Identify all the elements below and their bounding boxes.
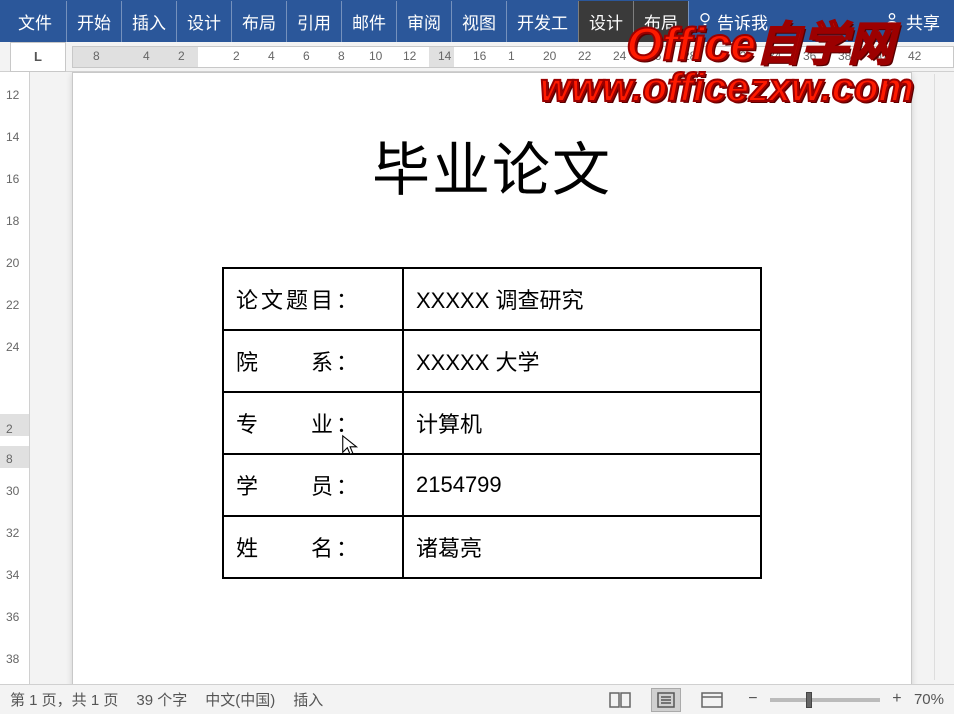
ruler-tick: 34 (6, 568, 19, 582)
table-row[interactable]: 专 业： 计算机 (223, 392, 761, 454)
table-cell-value[interactable]: 诸葛亮 (403, 516, 761, 578)
info-table[interactable]: 论文题目： XXXXX 调查研究 院 系： XXXXX 大学 专 业： 计算机 … (222, 267, 762, 579)
table-cell-label[interactable]: 姓 名： (223, 516, 403, 578)
ruler-tick: 16 (6, 172, 19, 186)
zoom-slider-thumb[interactable] (806, 692, 812, 708)
ribbon-tab-view[interactable]: 视图 (451, 1, 506, 42)
ruler-tick: 22 (6, 298, 19, 312)
zoom-out-button[interactable]: − (744, 691, 762, 709)
table-row[interactable]: 学 员： 2154799 (223, 454, 761, 516)
ruler-tick: 20 (543, 49, 556, 63)
ruler-tick: 38 (6, 652, 19, 666)
watermark-url: www.officezxw.com (540, 66, 914, 111)
ruler-tick: 12 (403, 49, 416, 63)
ribbon-tab-review[interactable]: 审阅 (396, 1, 451, 42)
vertical-ruler[interactable]: 12 14 16 18 20 22 24 2 8 30 32 34 36 38 (0, 72, 30, 684)
print-layout-button[interactable] (652, 689, 680, 711)
table-cell-label[interactable]: 专 业： (223, 392, 403, 454)
ruler-tick: 1 (508, 49, 515, 63)
status-insert-mode[interactable]: 插入 (293, 689, 323, 710)
ruler-tick: 22 (578, 49, 591, 63)
ruler-tick: 36 (6, 610, 19, 624)
ruler-tick: 24 (613, 49, 626, 63)
zoom-in-button[interactable]: + (888, 691, 906, 709)
read-mode-button[interactable] (606, 689, 634, 711)
ruler-tick: 14 (438, 49, 451, 63)
table-cell-label[interactable]: 论文题目： (223, 268, 403, 330)
ribbon-tab-developer[interactable]: 开发工 (506, 1, 578, 42)
ruler-tick: 30 (6, 484, 19, 498)
status-language[interactable]: 中文(中国) (205, 689, 275, 710)
table-cell-value[interactable]: XXXXX 大学 (403, 330, 761, 392)
table-cell-value[interactable]: XXXXX 调查研究 (403, 268, 761, 330)
watermark-text: Office自学网 (626, 8, 894, 74)
vertical-scrollbar[interactable] (934, 74, 952, 680)
ruler-tick: 14 (6, 130, 19, 144)
ribbon-tab-layout[interactable]: 布局 (231, 1, 286, 42)
table-cell-label[interactable]: 学 员： (223, 454, 403, 516)
ruler-tick: 42 (908, 49, 921, 63)
workspace: 12 14 16 18 20 22 24 2 8 30 32 34 36 38 … (0, 72, 954, 684)
ribbon-tab-references[interactable]: 引用 (286, 1, 341, 42)
ruler-tick: 20 (6, 256, 19, 270)
table-row[interactable]: 论文题目： XXXXX 调查研究 (223, 268, 761, 330)
table-cell-value[interactable]: 计算机 (403, 392, 761, 454)
status-word-count[interactable]: 39 个字 (136, 689, 187, 710)
ruler-tick: 4 (268, 49, 275, 63)
ruler-tick: 8 (338, 49, 345, 63)
ruler-tick: 32 (6, 526, 19, 540)
table-cell-value[interactable]: 2154799 (403, 454, 761, 516)
zoom-level[interactable]: 70% (914, 691, 944, 708)
ruler-tick: 8 (93, 49, 100, 63)
ruler-tick: 2 (233, 49, 240, 63)
ruler-tick: 18 (6, 214, 19, 228)
file-tab[interactable]: 文件 (4, 1, 66, 42)
ruler-tick: 24 (6, 340, 19, 354)
ruler-tick: 16 (473, 49, 486, 63)
zoom-control: − + 70% (744, 691, 944, 709)
table-cell-label[interactable]: 院 系： (223, 330, 403, 392)
tab-selector[interactable]: L (10, 42, 66, 72)
ruler-tick: 12 (6, 88, 19, 102)
ribbon-tab-home[interactable]: 开始 (66, 1, 121, 42)
ribbon-tab-mailings[interactable]: 邮件 (341, 1, 396, 42)
table-row[interactable]: 院 系： XXXXX 大学 (223, 330, 761, 392)
ruler-tick: 2 (178, 49, 185, 63)
table-row[interactable]: 姓 名： 诸葛亮 (223, 516, 761, 578)
ruler-tick: 4 (143, 49, 150, 63)
ruler-tick: 8 (6, 452, 13, 466)
ruler-tick: 10 (369, 49, 382, 63)
ruler-tick: 6 (303, 49, 310, 63)
page[interactable]: 毕业论文 论文题目： XXXXX 调查研究 院 系： XXXXX 大学 专 业：… (72, 72, 912, 684)
share-label: 共享 (906, 9, 940, 34)
ribbon-tab-insert[interactable]: 插入 (121, 1, 176, 42)
zoom-slider-track[interactable] (770, 698, 880, 702)
document-title[interactable]: 毕业论文 (153, 123, 831, 207)
status-bar: 第 1 页，共 1 页 39 个字 中文(中国) 插入 − + 70% (0, 684, 954, 714)
status-page[interactable]: 第 1 页，共 1 页 (10, 689, 118, 710)
ribbon-context-tab-design[interactable]: 设计 (578, 1, 633, 42)
ribbon-tab-design[interactable]: 设计 (176, 1, 231, 42)
web-layout-button[interactable] (698, 689, 726, 711)
ruler-tick: 2 (6, 422, 13, 436)
document-area[interactable]: 毕业论文 论文题目： XXXXX 调查研究 院 系： XXXXX 大学 专 业：… (30, 72, 954, 684)
